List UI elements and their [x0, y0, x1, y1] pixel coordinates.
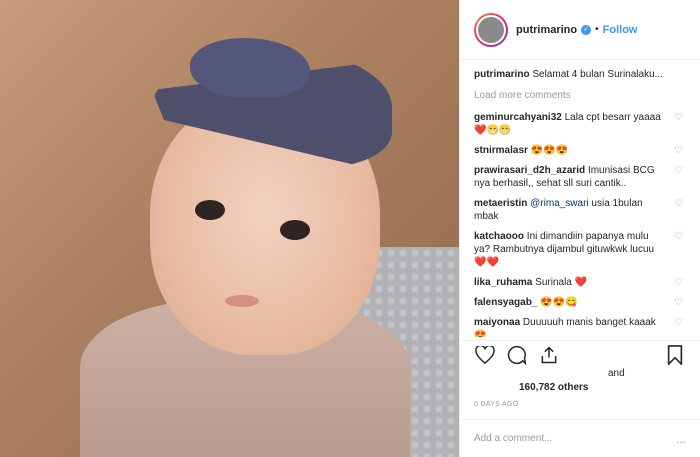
- avatar-image: [476, 14, 506, 45]
- comment-username[interactable]: falensyagab_: [474, 297, 537, 308]
- add-comment-input[interactable]: [474, 433, 676, 444]
- comment-emoji: ❤️❤️: [474, 257, 499, 268]
- comment-emoji: 😍😍😍: [530, 145, 569, 156]
- comment-like-heart-icon[interactable]: ♡: [674, 318, 684, 328]
- comment-like-heart-icon[interactable]: ♡: [674, 146, 684, 156]
- post-timestamp[interactable]: 6 DAYS AGO: [474, 401, 519, 408]
- comment-username[interactable]: geminurcahyani32: [474, 112, 562, 123]
- photo-eye-right: [280, 220, 310, 240]
- like-heart-icon[interactable]: [474, 344, 496, 366]
- photo-mouth: [225, 295, 259, 307]
- comment-item: falensyagab_ 😍😍😋 ♡: [474, 296, 686, 309]
- comment-like-heart-icon[interactable]: ♡: [674, 166, 684, 176]
- comment-username[interactable]: lika_ruhama: [474, 277, 532, 288]
- comment-username[interactable]: prawirasari_d2h_azarid: [474, 165, 585, 176]
- comment-like-heart-icon[interactable]: ♡: [674, 298, 684, 308]
- comment-like-heart-icon[interactable]: ♡: [674, 199, 684, 209]
- comment-item: stnirmalasr 😍😍😍 ♡: [474, 144, 686, 157]
- comment-like-heart-icon[interactable]: ♡: [674, 278, 684, 288]
- comment-bubble-icon[interactable]: [506, 344, 528, 366]
- comment-emoji: 😍: [474, 330, 487, 337]
- post-caption: putrimarino Selamat 4 bulan Surinalaku..…: [474, 68, 686, 82]
- post-side-panel: putrimarino ✓ • Follow putrimarino Selam…: [459, 0, 700, 457]
- follow-button[interactable]: Follow: [603, 24, 638, 36]
- comment-item: lika_ruhama Surinala ❤️ ♡: [474, 276, 686, 289]
- share-icon[interactable]: [538, 344, 560, 366]
- comment-item: metaeristin @rima_swari usia 1bulan mbak…: [474, 197, 686, 223]
- comment-emoji: ❤️: [574, 277, 588, 288]
- comment-text: Duuuuuh manis banget kaaak: [522, 317, 656, 328]
- comment-like-heart-icon[interactable]: ♡: [674, 113, 684, 123]
- more-options-icon[interactable]: ...: [676, 432, 686, 446]
- bookmark-icon[interactable]: [664, 344, 686, 366]
- comment-text: Surinala: [535, 277, 572, 288]
- comment-username[interactable]: maiyonaa: [474, 317, 520, 328]
- post-photo[interactable]: [0, 0, 459, 457]
- avatar[interactable]: [474, 12, 508, 47]
- comment-item: katchaooo Ini dimandiin papanya mulu ya?…: [474, 230, 686, 269]
- load-more-comments-link[interactable]: Load more comments: [474, 90, 686, 101]
- comment-text: Lala cpt besarr yaaaa: [564, 112, 661, 123]
- photo-eye-left: [195, 200, 225, 220]
- comment-emoji: 😍😍😋: [540, 297, 578, 308]
- caption-username[interactable]: putrimarino: [474, 69, 530, 80]
- header-separator: •: [595, 24, 599, 35]
- header-username[interactable]: putrimarino: [516, 24, 577, 36]
- comment-username[interactable]: katchaooo: [474, 231, 524, 242]
- comment-username[interactable]: metaeristin: [474, 198, 527, 209]
- post-actions-bar: [460, 340, 700, 368]
- post-header: putrimarino ✓ • Follow: [460, 0, 700, 60]
- comment-like-heart-icon[interactable]: ♡: [674, 232, 684, 242]
- comment-emoji: ❤️😁😁: [474, 125, 512, 136]
- instagram-post: putrimarino ✓ • Follow putrimarino Selam…: [0, 0, 700, 457]
- comments-list: putrimarino Selamat 4 bulan Surinalaku..…: [460, 62, 700, 337]
- likes-and-text: and: [608, 368, 625, 379]
- comment-item: geminurcahyani32 Lala cpt besarr yaaaa ❤…: [474, 111, 686, 137]
- caption-text: Selamat 4 bulan Surinalaku...: [532, 69, 663, 80]
- likes-count-link[interactable]: 160,782 others: [519, 382, 589, 393]
- comment-item: maiyonaa Duuuuuh manis banget kaaak 😍 ♡: [474, 316, 686, 337]
- comment-mention-link[interactable]: @rima_swari: [530, 198, 589, 209]
- add-comment-bar: ...: [460, 419, 700, 457]
- verified-icon: ✓: [581, 24, 592, 35]
- liked-by-users-link[interactable]: [504, 368, 599, 380]
- comment-username[interactable]: stnirmalasr: [474, 145, 528, 156]
- comment-item: prawirasari_d2h_azarid Imunisasi BCG nya…: [474, 164, 686, 190]
